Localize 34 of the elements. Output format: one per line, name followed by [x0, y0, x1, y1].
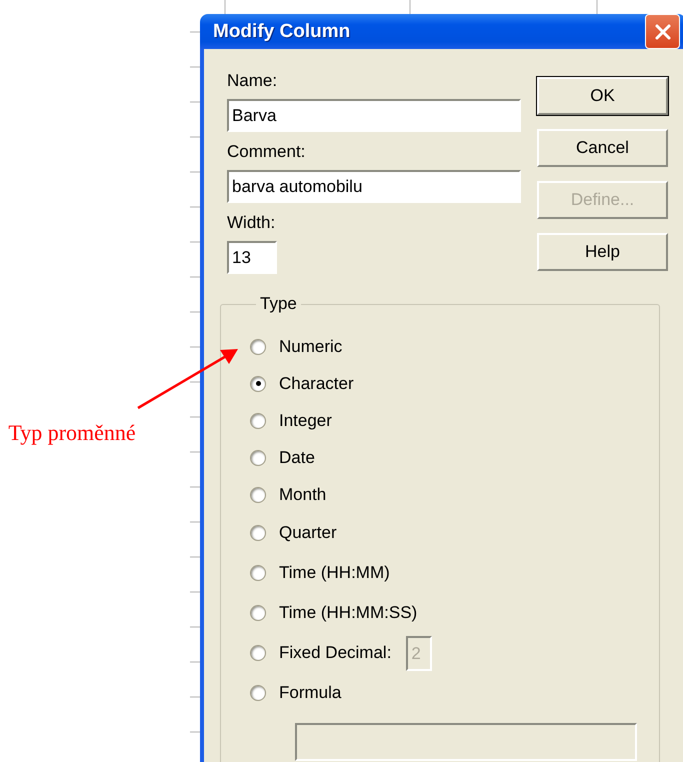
close-icon: [654, 22, 672, 40]
option-label[interactable]: Quarter: [279, 523, 337, 543]
text-field[interactable]: barva automobilu: [227, 170, 521, 203]
annotation-text: Typ proměnné: [7, 419, 137, 447]
radio-button[interactable]: [250, 565, 266, 581]
radio-button[interactable]: [250, 605, 266, 621]
option-label[interactable]: Month: [279, 484, 326, 504]
radio-button[interactable]: [250, 525, 266, 541]
option-label[interactable]: Date: [279, 448, 315, 468]
option-label[interactable]: Integer: [279, 410, 332, 430]
close-button[interactable]: [645, 14, 680, 49]
radio-button[interactable]: [250, 376, 266, 392]
radio-button[interactable]: [250, 685, 266, 701]
option-label[interactable]: Time (HH:MM): [279, 563, 390, 583]
dialog-button[interactable]: Cancel: [537, 129, 668, 167]
option-label[interactable]: Fixed Decimal:: [279, 643, 392, 663]
radio-button[interactable]: [250, 338, 266, 354]
radio-button[interactable]: [250, 450, 266, 466]
window-title: Modify Column: [213, 20, 350, 42]
group-label: Type: [259, 294, 298, 314]
option-label[interactable]: Time (HH:MM:SS): [279, 603, 418, 623]
dialog-button[interactable]: OK: [537, 77, 668, 115]
dialog-button[interactable]: Help: [537, 233, 668, 271]
radio-button[interactable]: [250, 645, 266, 661]
field-label: Width:: [227, 212, 276, 234]
radio-button[interactable]: [250, 412, 266, 428]
field-label: Name:: [227, 70, 278, 92]
field-label: Comment:: [227, 141, 306, 163]
option-label[interactable]: Formula: [279, 683, 342, 703]
option-label[interactable]: Character: [279, 374, 354, 394]
radio-button[interactable]: [250, 486, 266, 502]
option-label[interactable]: Numeric: [279, 336, 342, 356]
text-field[interactable]: Barva: [227, 99, 521, 132]
text-field[interactable]: 13: [227, 241, 277, 274]
